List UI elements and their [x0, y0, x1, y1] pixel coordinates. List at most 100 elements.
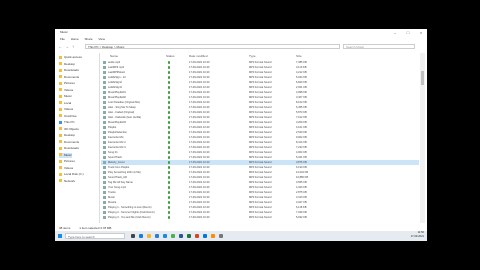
close-icon[interactable]: × [415, 29, 427, 36]
edge-icon[interactable] [139, 234, 143, 238]
folder-icon [59, 75, 62, 79]
sync-status-icon [168, 86, 171, 89]
sidebar-item[interactable]: Desktop [59, 62, 75, 67]
sync-status-icon [168, 176, 171, 179]
file-icon [103, 186, 106, 189]
sync-status-icon [168, 151, 171, 154]
column-type[interactable]: Type [249, 53, 256, 59]
chrome-icon[interactable] [171, 234, 175, 238]
sidebar-item[interactable]: Documents [59, 140, 79, 145]
powerpoint-icon[interactable] [195, 234, 199, 238]
sidebar-item-label: Local Disk (C:) [64, 172, 84, 176]
word-icon[interactable] [179, 234, 183, 238]
file-icon [103, 211, 106, 214]
sidebar-item[interactable]: Videos [59, 107, 73, 112]
vertical-scrollbar[interactable] [420, 53, 425, 223]
scroll-thumb[interactable] [421, 71, 424, 85]
minimize-icon[interactable]: – [389, 29, 401, 36]
sidebar-item[interactable]: Videos [59, 88, 73, 93]
tab-view[interactable]: View [98, 37, 104, 41]
photos-icon[interactable] [203, 234, 207, 238]
sidebar-item-label: 3D Objects [64, 126, 79, 131]
maximize-icon[interactable]: □ [402, 29, 414, 36]
sidebar-item[interactable]: Videos [59, 166, 73, 171]
file-icon [103, 176, 106, 179]
title-bar: Music – □ × [55, 29, 427, 36]
sidebar-item[interactable]: Documents [59, 75, 79, 80]
excel-icon[interactable] [187, 234, 191, 238]
file-icon [103, 141, 106, 144]
file-icon [103, 71, 106, 74]
file-type: MP3 Format Sound [249, 216, 272, 219]
sync-status-icon [168, 101, 171, 104]
sidebar-item[interactable]: Downloads [59, 68, 79, 73]
task-view-icon[interactable] [131, 234, 135, 238]
sync-status-icon [168, 121, 171, 124]
mail-icon[interactable] [163, 234, 167, 238]
folder-icon [59, 140, 62, 144]
file-row[interactable]: Playing 3 - You and Me (Club Remix) 17-09… [101, 215, 419, 220]
folder-icon [59, 159, 62, 163]
sidebar-item[interactable]: Local Disk (C:) [59, 172, 84, 177]
column-headers: Name Status Date modified Type Size [101, 53, 419, 59]
sidebar-item-label: This PC [64, 120, 75, 124]
forward-arrow-icon[interactable]: → [65, 44, 69, 49]
sidebar-item[interactable]: Music [59, 94, 72, 99]
file-icon [103, 216, 106, 219]
store-icon[interactable] [155, 234, 159, 238]
address-bar[interactable]: This PC > Desktop > Music [85, 44, 340, 49]
sidebar-item[interactable]: Quick access [59, 55, 82, 60]
file-icon [103, 111, 106, 114]
sidebar-item[interactable]: Network [59, 179, 75, 184]
sidebar-item[interactable]: Pictures [59, 81, 75, 86]
file-icon [103, 66, 106, 69]
search-input[interactable]: Search Music [343, 44, 415, 49]
system-tray-clock[interactable]: 11:56 17-09-2021 [411, 231, 424, 239]
sidebar-item-label: Music [64, 94, 72, 98]
settings-icon[interactable] [219, 234, 223, 238]
sidebar-item[interactable]: Music [59, 152, 72, 158]
back-arrow-icon[interactable]: ← [58, 44, 62, 49]
sync-status-icon [168, 136, 171, 139]
sidebar-item-label: Downloads [64, 68, 79, 72]
folder-icon [59, 127, 62, 131]
start-windows-icon[interactable] [58, 234, 62, 238]
file-icon [103, 156, 106, 159]
sidebar-item[interactable]: Desktop [59, 133, 75, 138]
navigation-pane: Quick access Desktop Downloads Documents Pic… [55, 53, 100, 223]
file-explorer-icon[interactable] [147, 234, 151, 238]
sidebar-item[interactable]: 3D Objects [59, 127, 79, 132]
column-date[interactable]: Date modified [189, 53, 208, 59]
tab-file[interactable]: File [60, 37, 65, 41]
sync-status-icon [168, 156, 171, 159]
file-icon [103, 166, 106, 169]
folder-icon [59, 133, 62, 137]
file-icon [103, 91, 106, 94]
sidebar-item-label: Desktop [64, 61, 76, 66]
sidebar-item-label: Documents [64, 74, 80, 79]
sidebar-item[interactable]: OneDrive [59, 114, 77, 119]
sidebar-item[interactable]: This PC [59, 120, 75, 125]
sidebar-item-label: OneDrive [64, 113, 77, 118]
media-icon[interactable] [211, 234, 215, 238]
selection-info: 1 item selected 3.78 MB [79, 226, 112, 230]
column-name[interactable]: Name [110, 53, 118, 59]
sidebar-item[interactable]: Local [59, 101, 71, 106]
folder-icon [59, 88, 62, 92]
up-arrow-icon[interactable]: ↑ [72, 44, 74, 49]
sidebar-item-label: Downloads [64, 146, 79, 150]
explorer-screen: Music – □ × File Home Share View ← → ↑ T… [55, 29, 427, 241]
sidebar-item-label: Videos [64, 107, 74, 111]
sync-status-icon [168, 81, 171, 84]
file-icon [103, 86, 106, 89]
tab-share[interactable]: Share [85, 37, 93, 41]
sidebar-item[interactable]: Downloads [59, 146, 79, 151]
column-status[interactable]: Status [166, 53, 175, 59]
folder-icon [59, 62, 62, 66]
sync-status-icon [168, 71, 171, 74]
file-icon [103, 96, 106, 99]
sidebar-item[interactable]: Pictures [59, 159, 75, 164]
column-size[interactable]: Size [296, 53, 302, 59]
tab-home[interactable]: Home [71, 37, 79, 41]
taskbar-search-input[interactable]: Type here to search [65, 233, 125, 239]
